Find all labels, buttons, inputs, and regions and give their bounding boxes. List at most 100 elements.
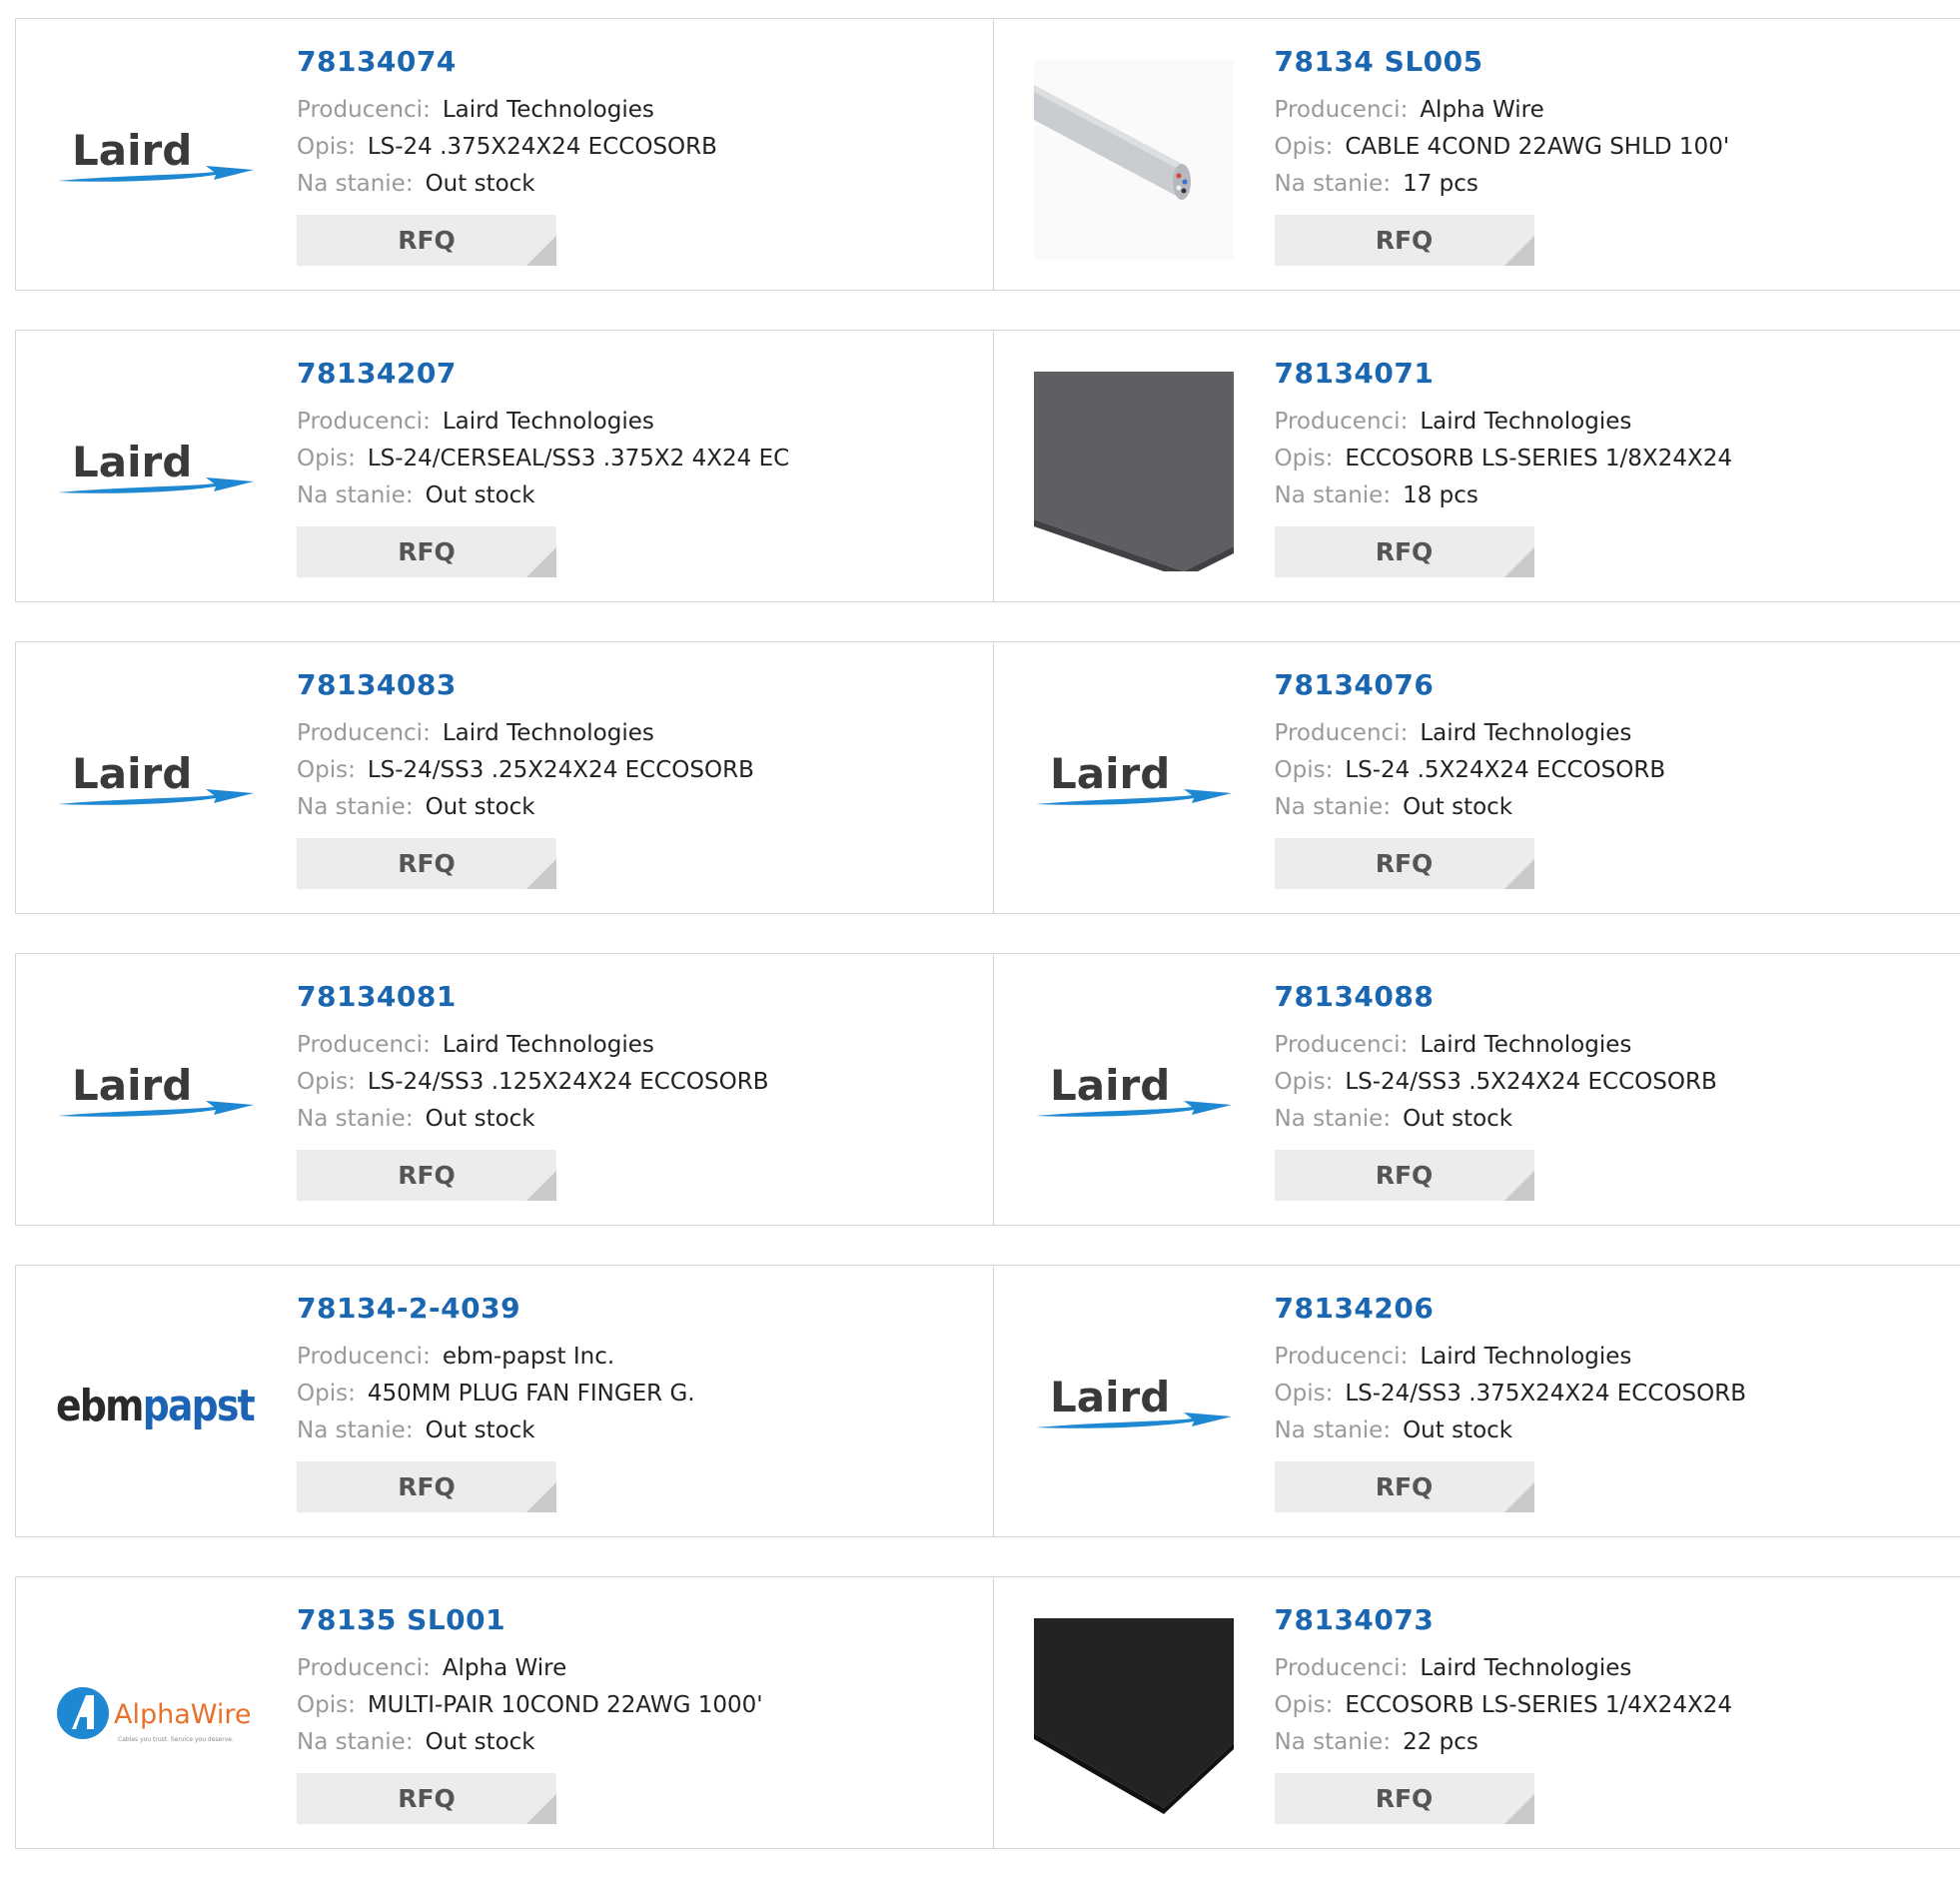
- description-label: Opis:: [1275, 757, 1334, 783]
- product-info: 78134207 Producenci:Laird Technologies O…: [297, 357, 789, 577]
- manufacturer-line: Producenci:Laird Technologies: [297, 92, 717, 129]
- rfq-label: RFQ: [1376, 1161, 1434, 1190]
- rfq-button[interactable]: RFQ: [297, 526, 556, 577]
- part-number-link[interactable]: 78134 SL005: [1275, 45, 1730, 78]
- product-info: 78134071 Producenci: Laird Technologies O…: [1275, 357, 1732, 577]
- description-line: Opis:LS-24/SS3 .125X24X24 ECCOSORB: [297, 1064, 769, 1101]
- manufacturer-label: Producenci:: [1275, 409, 1409, 435]
- laird-logo: Laird: [1034, 1372, 1234, 1441]
- alphawire-logo: AlphaWire Cables you trust. Service you …: [56, 1683, 256, 1753]
- product-image[interactable]: Laird: [56, 60, 256, 260]
- product-card: ebmpapst 78134-2-4039 Producenci:ebm-pap…: [16, 1266, 993, 1536]
- description-value: MULTI-PAIR 10COND 22AWG 1000': [368, 1692, 763, 1718]
- product-image[interactable]: Laird: [1034, 995, 1234, 1195]
- product-row: Laird 78134074 Producenci:Laird Technolo…: [15, 18, 1960, 291]
- description-label: Opis:: [1275, 446, 1334, 472]
- stock-value: Out stock: [426, 794, 535, 820]
- button-corner: [526, 236, 556, 266]
- manufacturer-line: Producenci:Alpha Wire: [1275, 92, 1730, 129]
- part-number-link[interactable]: 78134-2-4039: [297, 1292, 695, 1325]
- product-image[interactable]: Laird: [1034, 683, 1234, 883]
- stock-value: Out stock: [1403, 794, 1512, 820]
- stock-value: Out stock: [426, 1729, 535, 1755]
- description-label: Opis:: [1275, 1381, 1334, 1407]
- part-number-link[interactable]: 78134083: [297, 668, 754, 701]
- product-image[interactable]: Laird: [1034, 1307, 1234, 1506]
- product-image[interactable]: [1034, 60, 1234, 260]
- product-image[interactable]: Laird: [56, 372, 256, 571]
- stock-line: Na stanie:Out stock: [1275, 789, 1666, 826]
- description-line: Opis: LS-24 .5X24X24 ECCOSORB: [1275, 752, 1666, 789]
- part-number-link[interactable]: 78134076: [1275, 668, 1666, 701]
- rfq-button[interactable]: RFQ: [297, 215, 556, 266]
- svg-text:AlphaWire: AlphaWire: [114, 1699, 252, 1730]
- product-row: ebmpapst 78134-2-4039 Producenci:ebm-pap…: [15, 1265, 1960, 1537]
- manufacturer-line: Producenci:Alpha Wire: [297, 1650, 763, 1687]
- description-line: Opis: MULTI-PAIR 10COND 22AWG 1000': [297, 1687, 763, 1724]
- button-corner: [1504, 547, 1534, 577]
- manufacturer-line: Producenci:Laird Technologies: [1275, 1027, 1717, 1064]
- laird-logo-text: Laird: [1050, 1373, 1170, 1421]
- product-image[interactable]: Laird: [56, 683, 256, 883]
- part-number-link[interactable]: 78134074: [297, 45, 717, 78]
- laird-logo-text: Laird: [1050, 749, 1170, 798]
- product-image[interactable]: [1034, 372, 1234, 571]
- product-image[interactable]: [1034, 1618, 1234, 1818]
- description-label: Opis:: [297, 134, 356, 160]
- product-card: Laird 78134074 Producenci:Laird Technolo…: [16, 19, 993, 290]
- rfq-button[interactable]: RFQ: [1275, 1773, 1534, 1824]
- part-number-link[interactable]: 78134207: [297, 357, 789, 390]
- description-label: Opis:: [297, 446, 356, 472]
- part-number-link[interactable]: 78134071: [1275, 357, 1732, 390]
- laird-logo: Laird: [56, 1060, 256, 1130]
- rfq-button[interactable]: RFQ: [1275, 838, 1534, 889]
- stock-value: 17 pcs: [1403, 171, 1478, 197]
- part-number-link[interactable]: 78134088: [1275, 980, 1717, 1013]
- rfq-button[interactable]: RFQ: [297, 1150, 556, 1201]
- rfq-button[interactable]: RFQ: [297, 838, 556, 889]
- rfq-button[interactable]: RFQ: [297, 1773, 556, 1824]
- part-number-link[interactable]: 78134081: [297, 980, 769, 1013]
- description-value: LS-24 .5X24X24 ECCOSORB: [1345, 757, 1665, 783]
- stock-line: Na stanie:18 pcs: [1275, 477, 1732, 514]
- rfq-button[interactable]: RFQ: [1275, 1150, 1534, 1201]
- rfq-button[interactable]: RFQ: [1275, 526, 1534, 577]
- button-corner: [526, 547, 556, 577]
- stock-label: Na stanie:: [1275, 1417, 1392, 1443]
- description-label: Opis:: [1275, 1692, 1334, 1718]
- product-image[interactable]: AlphaWire Cables you trust. Service you …: [56, 1618, 256, 1818]
- manufacturer-value: Laird Technologies: [1420, 409, 1631, 435]
- stock-value: Out stock: [1403, 1106, 1512, 1132]
- product-card: Laird 78134207 Producenci:Laird Technolo…: [16, 331, 993, 601]
- description-line: Opis:CABLE 4COND 22AWG SHLD 100': [1275, 129, 1730, 166]
- manufacturer-label: Producenci:: [1275, 1032, 1409, 1058]
- description-line: Opis:ECCOSORB LS-SERIES 1/8X24X24: [1275, 441, 1732, 477]
- part-number-link[interactable]: 78134073: [1275, 1603, 1732, 1636]
- description-line: Opis:LS-24/SS3 .375X24X24 ECCOSORB: [1275, 1376, 1747, 1413]
- part-number-link[interactable]: 78135 SL001: [297, 1603, 763, 1636]
- description-line: Opis:450MM PLUG FAN FINGER G.: [297, 1376, 695, 1413]
- description-value: ECCOSORB LS-SERIES 1/4X24X24: [1345, 1692, 1732, 1718]
- stock-line: Na stanie:Out stock: [297, 1724, 763, 1761]
- rfq-label: RFQ: [1376, 1472, 1434, 1501]
- rfq-button[interactable]: RFQ: [1275, 1461, 1534, 1512]
- rfq-button[interactable]: RFQ: [297, 1461, 556, 1512]
- product-info: 78134 SL005 Producenci:Alpha Wire Opis:C…: [1275, 45, 1730, 266]
- ebmpapst-logo: ebmpapst: [56, 1377, 256, 1436]
- laird-logo-text: Laird: [1050, 1061, 1170, 1110]
- description-label: Opis:: [297, 1692, 356, 1718]
- part-number-link[interactable]: 78134206: [1275, 1292, 1747, 1325]
- description-value: LS-24/SS3 .5X24X24 ECCOSORB: [1345, 1069, 1716, 1095]
- rfq-button[interactable]: RFQ: [1275, 215, 1534, 266]
- stock-value: Out stock: [426, 171, 535, 197]
- stock-label: Na stanie:: [1275, 482, 1392, 508]
- manufacturer-line: Producenci:Laird Technologies: [297, 404, 789, 441]
- black-foam-photo: [1034, 1618, 1234, 1818]
- product-card: 78134 SL005 Producenci:Alpha Wire Opis:C…: [993, 19, 1960, 290]
- product-card: Laird 78134083 Producenci:Laird Technolo…: [16, 642, 993, 913]
- manufacturer-label: Producenci:: [1275, 720, 1409, 746]
- description-value: LS-24/CERSEAL/SS3 .375X2 4X24 EC: [368, 446, 789, 472]
- product-image[interactable]: ebmpapst: [56, 1307, 256, 1506]
- manufacturer-value: Laird Technologies: [1420, 1655, 1631, 1681]
- product-image[interactable]: Laird: [56, 995, 256, 1195]
